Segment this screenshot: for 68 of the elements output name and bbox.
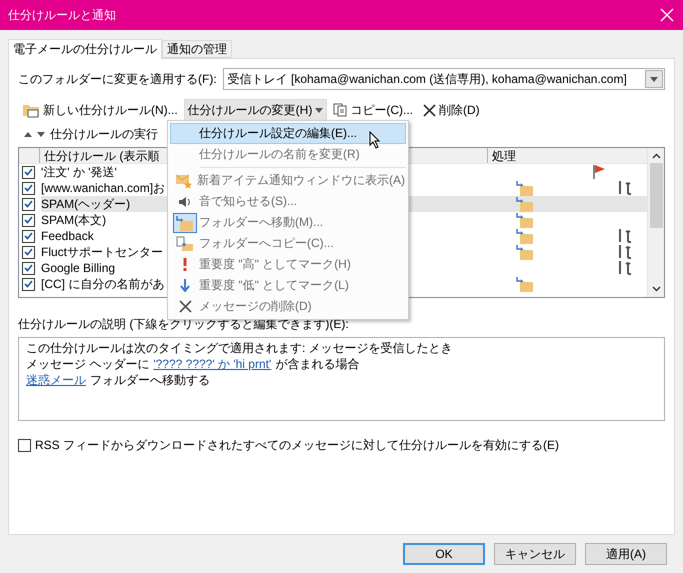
copy-icon: [333, 103, 348, 117]
dialog-button[interactable]: 適用(A): [585, 543, 667, 565]
rule-name[interactable]: SPAM(本文): [41, 212, 165, 228]
description-text: この仕分けルールは次のタイミングで適用されます: メッセージを受信したとき: [26, 340, 453, 356]
checkbox[interactable]: [22, 166, 35, 178]
scroll-down-icon[interactable]: [652, 286, 660, 292]
folder-arrow-icon: [515, 228, 535, 244]
rule-name[interactable]: Google Billing: [41, 260, 165, 276]
rule-link[interactable]: 迷惑メール: [26, 372, 86, 388]
flag-icon: [593, 164, 607, 179]
tab[interactable]: 電子メールの仕分けルール: [8, 39, 162, 59]
caret-icon: [315, 108, 324, 112]
rule-name[interactable]: [www.wanichan.com]お: [41, 180, 165, 196]
dialog-button[interactable]: キャンセル: [494, 543, 576, 565]
run-rules-button[interactable]: 仕分けルールの実行: [50, 126, 158, 142]
scroll-up-icon[interactable]: [652, 153, 660, 159]
folder-arrow-icon: [515, 180, 535, 196]
close-icon: [423, 104, 436, 116]
checkbox[interactable]: [22, 182, 35, 194]
rule-name[interactable]: '注文' か '発送': [41, 164, 165, 180]
folder-icon: [22, 102, 40, 118]
folder-dropdown[interactable]: 受信トレイ [kohama@wanichan.com (送信専用), kohama@wanichan.com]: [222, 68, 665, 90]
window-title: 仕分けルールと通知: [8, 6, 116, 24]
close-button[interactable]: [659, 7, 675, 23]
folder-arrow-icon: [515, 196, 535, 212]
description-text: フォルダーへ移動する: [90, 372, 210, 388]
exclamation-icon: [183, 258, 187, 271]
toolbar-button[interactable]: 仕分けルールの変更(H): [184, 99, 328, 121]
checkbox[interactable]: [18, 439, 31, 452]
caret-icon: [650, 76, 658, 82]
move-down-button[interactable]: [37, 132, 45, 136]
close-icon: [178, 300, 192, 313]
description-text: が含まれる場合: [275, 356, 360, 372]
tools-icon: [617, 244, 631, 259]
folder-label: このフォルダーに変更を適用する(F):: [18, 70, 217, 88]
rule-name[interactable]: Feedback: [41, 228, 165, 244]
checkbox[interactable]: [22, 230, 35, 242]
envelope-star-icon: [175, 172, 193, 188]
folder-arrow-icon: [515, 244, 535, 260]
checkbox[interactable]: [22, 262, 35, 274]
folder-arrow-icon: [515, 212, 535, 228]
copy-folder-icon: [176, 236, 194, 252]
rule-link[interactable]: '???? ????' か 'hi prnt': [153, 356, 272, 372]
move-up-button[interactable]: [24, 132, 32, 136]
menu-item[interactable]: 仕分けルール設定の編集(E)...: [170, 123, 406, 144]
mouse-pointer-icon: [369, 131, 381, 149]
down-arrow-icon: [180, 279, 190, 292]
tools-icon: [617, 260, 631, 275]
folder-arrow-icon: [515, 276, 535, 292]
checkbox[interactable]: [22, 198, 35, 210]
toolbar-button[interactable]: 削除(D): [419, 99, 484, 121]
tab[interactable]: 通知の管理: [162, 40, 232, 58]
toolbar-button[interactable]: 新しい仕分けルール(N)...: [18, 99, 182, 121]
scrollbar[interactable]: [647, 148, 664, 297]
speaker-icon: [178, 196, 192, 208]
tools-icon: [617, 228, 631, 243]
description-text: メッセージ ヘッダーに: [26, 356, 150, 372]
checkbox[interactable]: [22, 214, 35, 226]
dialog-button[interactable]: OK: [403, 543, 485, 565]
checkbox-label: RSS フィードからダウンロードされたすべてのメッセージに対して仕分けルールを有効にする(E): [35, 437, 560, 454]
rule-name[interactable]: Fluctサポートセンター: [41, 244, 165, 260]
scroll-thumb[interactable]: [650, 163, 662, 228]
rule-name[interactable]: SPAM(ヘッダー): [41, 196, 165, 212]
rule-name[interactable]: [CC] に自分の名前があ: [41, 276, 165, 292]
tools-icon: [617, 180, 631, 195]
checkbox[interactable]: [22, 246, 35, 258]
checkbox[interactable]: [22, 278, 35, 290]
dropdown-button[interactable]: [645, 70, 663, 88]
